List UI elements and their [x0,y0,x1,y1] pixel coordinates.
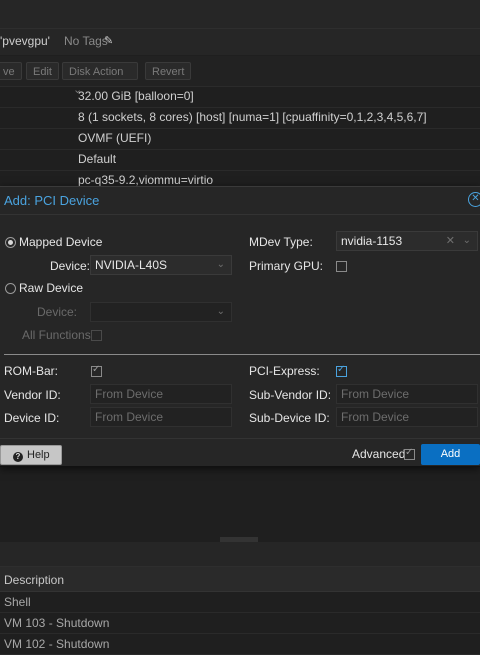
advanced-separator [4,354,480,355]
vendor-id-input[interactable]: From Device [90,384,232,404]
device-id-label: Device ID: [4,411,60,425]
task-row[interactable]: VM 103 - Shutdown [0,613,480,634]
mdev-type-select[interactable]: nvidia-1153 ✕ ⌄ [336,231,478,251]
device-select-value: NVIDIA-L40S [95,258,168,272]
edit-button[interactable]: Edit [26,62,59,80]
raw-device-radio[interactable] [5,283,16,294]
all-functions-label: All Functions: [22,328,95,342]
mapped-device-label[interactable]: Mapped Device [19,235,102,249]
help-label: Help [27,449,50,461]
hardware-row-bios[interactable]: OVMF (UEFI) [0,128,480,150]
raw-device-select[interactable]: ⌄ [90,302,232,322]
sub-device-id-label: Sub-Device ID: [249,411,330,425]
hardware-value: OVMF (UEFI) [78,131,152,145]
task-row[interactable]: VM 102 - Shutdown [0,634,480,655]
pcie-label: PCI-Express: [249,364,320,378]
pcie-checkbox[interactable] [336,364,347,377]
raw-device-label[interactable]: Raw Device [19,281,83,295]
task-row[interactable]: Shell [0,592,480,613]
sub-device-id-input[interactable]: From Device [336,407,478,427]
primary-gpu-checkbox[interactable] [336,261,347,272]
hardware-value: 32.00 GiB [balloon=0] [78,89,194,103]
primary-gpu-label: Primary GPU: [249,259,324,273]
vendor-id-label: Vendor ID: [4,388,61,402]
revert-button[interactable]: Revert [145,62,192,80]
sub-vendor-id-input[interactable]: From Device [336,384,478,404]
chevron-down-icon[interactable]: ⌄ [463,232,471,250]
add-button[interactable]: Add [421,444,480,465]
description-column-header[interactable]: Description [0,567,480,592]
hardware-row-display[interactable]: Default [0,149,480,171]
chevron-down-icon[interactable]: ⌄ [217,256,225,274]
hardware-value: 8 (1 sockets, 8 cores) [host] [numa=1] [… [78,110,427,124]
task-description: VM 103 - Shutdown [4,616,110,630]
advanced-label[interactable]: Advanced [352,447,405,461]
description-header-label: Description [4,573,65,587]
vm-name: 'pvevgpu' [0,34,50,48]
close-circle-icon[interactable]: ✕ [468,192,480,207]
top-header-bar [0,0,480,29]
mdev-type-value: nvidia-1153 [341,234,403,248]
task-description: Shell [4,595,31,609]
mapped-device-radio[interactable] [5,237,16,248]
hardware-value: Default [78,152,117,166]
dialog-title: Add: PCI Device [4,193,100,208]
pencil-icon[interactable]: ✎ [104,34,113,47]
task-description: VM 102 - Shutdown [4,637,110,651]
rombar-checkbox[interactable] [91,364,102,377]
chevron-down-icon: ⌄ [216,306,225,317]
hardware-row-memory[interactable]: 32.00 GiB [balloon=0] [0,86,480,108]
device-select[interactable]: NVIDIA-L40S ⌄ [90,255,232,275]
all-functions-checkbox[interactable] [91,330,102,341]
device-label: Device: [50,259,91,273]
tags-label: No Tags [64,34,108,48]
add-pci-device-dialog: Add: PCI Device ✕ Mapped Device Device: … [0,186,480,467]
question-icon: ? [13,452,23,462]
sub-vendor-id-label: Sub-Vendor ID: [249,388,332,402]
dialog-header: Add: PCI Device ✕ [0,187,480,215]
remove-button[interactable]: ve [0,62,22,80]
mdev-type-label: MDev Type: [249,235,313,249]
task-panel-header [0,542,480,567]
clear-icon[interactable]: ✕ [446,232,455,250]
help-button[interactable]: ? Help [0,445,62,465]
hardware-row-processors[interactable]: 8 (1 sockets, 8 cores) [host] [numa=1] [… [0,107,480,129]
rombar-label: ROM-Bar: [4,364,58,378]
advanced-checkbox[interactable] [404,447,415,460]
disk-action-label: Disk Action [69,66,124,78]
disk-action-button[interactable]: Disk Action ⌄ [62,62,138,96]
raw-device-field-label: Device: [37,305,78,319]
footer-separator [0,438,480,439]
device-id-input[interactable]: From Device [90,407,232,427]
